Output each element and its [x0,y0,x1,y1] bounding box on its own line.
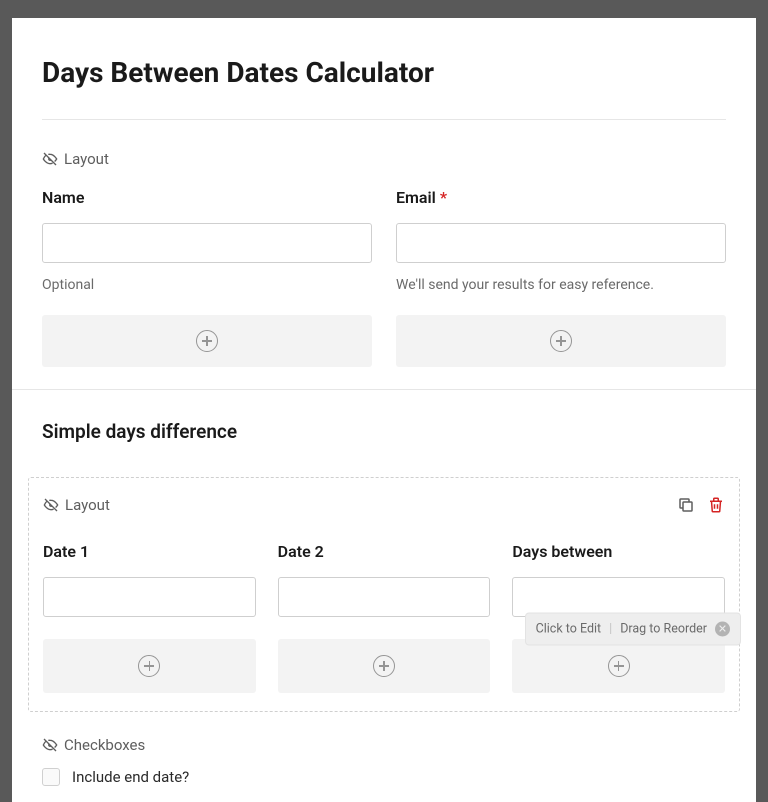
layout-block-1[interactable]: Layout Name Optional Email* We'll send y… [42,150,726,367]
add-field-slot[interactable] [396,315,726,367]
layout-block-actions [677,496,725,514]
hint-reorder-text: Drag to Reorder [620,622,707,637]
days-between-field-block[interactable]: Days between [512,542,725,617]
date1-label: Date 1 [43,542,256,561]
plus-icon [138,655,160,677]
plus-icon [608,655,630,677]
add-field-slot[interactable] [512,639,725,693]
hidden-icon [42,151,58,167]
add-field-slot[interactable] [42,315,372,367]
field-type-tag: Layout [43,496,110,514]
name-field-block[interactable]: Name Optional [42,188,372,293]
duplicate-icon[interactable] [677,496,695,514]
email-label: Email* [396,188,726,207]
days-between-input[interactable] [512,577,725,617]
plus-icon [550,330,572,352]
date2-field-block[interactable]: Date 2 [278,542,491,617]
hidden-icon [43,497,59,513]
edit-reorder-hint: Click to Edit | Drag to Reorder ✕ [526,614,740,645]
email-field-block[interactable]: Email* We'll send your results for easy … [396,188,726,293]
close-icon[interactable]: ✕ [715,622,730,637]
hint-separator: | [609,622,612,637]
hidden-icon [42,737,58,753]
checkbox-option-row[interactable]: Include end date? [42,768,726,786]
field-type-tag: Layout [42,150,726,168]
date2-label: Date 2 [278,542,491,561]
checkbox-input[interactable] [42,768,60,786]
field-type-tag: Checkboxes [42,736,726,754]
form-title[interactable]: Days Between Dates Calculator [42,56,726,89]
checkbox-label: Include end date? [72,768,189,786]
checkboxes-block[interactable]: Checkboxes Include end date? [42,736,726,786]
email-input[interactable] [396,223,726,263]
add-field-slot[interactable] [43,639,256,693]
field-type-label: Checkboxes [64,736,145,754]
date2-input[interactable] [278,577,491,617]
plus-icon [373,655,395,677]
section-divider [12,389,756,390]
date1-input[interactable] [43,577,256,617]
name-input[interactable] [42,223,372,263]
name-label: Name [42,188,372,207]
days-between-label: Days between [512,542,725,561]
date1-field-block[interactable]: Date 1 [43,542,256,617]
section-title[interactable]: Simple days difference [42,420,726,443]
delete-icon[interactable] [707,496,725,514]
plus-icon [196,330,218,352]
layout-block-2-selected[interactable]: Layout Date 1 Date 2 Days between [28,477,740,712]
email-help: We'll send your results for easy referen… [396,277,726,293]
required-indicator: * [440,188,447,207]
add-field-slot[interactable] [278,639,491,693]
field-type-label: Layout [65,496,110,514]
hint-edit-text: Click to Edit [536,622,602,637]
title-divider [42,119,726,120]
name-help: Optional [42,277,372,293]
form-builder-canvas: Days Between Dates Calculator Layout Nam… [12,18,756,802]
field-type-label: Layout [64,150,109,168]
